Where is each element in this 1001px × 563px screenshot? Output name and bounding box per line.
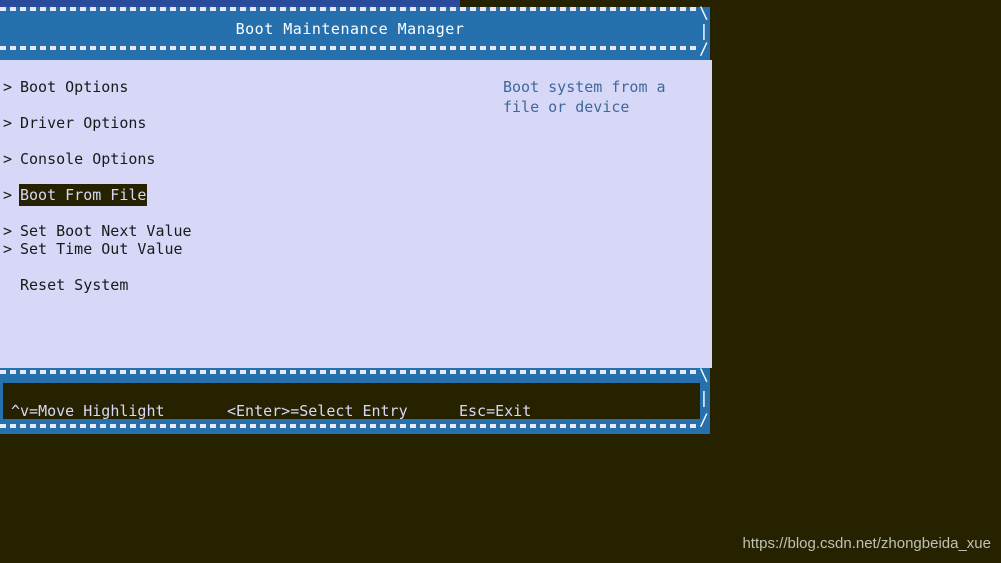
footer-top-border [0, 370, 700, 374]
title-corner-middle-right-glyph: | [699, 21, 709, 40]
key-hint-move-highlight: ^v=Move Highlight [11, 402, 165, 420]
watermark: https://blog.csdn.net/zhongbeida_xue [742, 535, 991, 552]
menu-item-label: Boot Options [20, 78, 129, 96]
menu-item-boot-options[interactable]: > Boot Options [0, 76, 128, 98]
menu-item-console-options[interactable]: > Console Options [0, 148, 155, 170]
title-corner-bottom-right-glyph: / [699, 39, 709, 58]
top-accent-strip [0, 0, 460, 7]
footer-bottom-border [0, 424, 700, 428]
menu-item-driver-options[interactable]: > Driver Options [0, 112, 146, 134]
menu-marker-icon: > [3, 114, 13, 132]
menu-item-label: Reset System [20, 276, 129, 294]
title-box-bottom-border [0, 46, 700, 50]
menu-item-label: Driver Options [20, 114, 147, 132]
menu-item-label: Set Time Out Value [20, 240, 183, 258]
help-text: Boot system from a file or device [503, 78, 666, 116]
footer-corner-middle-right-glyph: | [699, 388, 709, 407]
menu-item-label: Boot From File [19, 184, 148, 206]
footer-corner-bottom-right-glyph: / [699, 410, 709, 429]
key-hint-select-entry: <Enter>=Select Entry [227, 402, 408, 420]
menu-marker-icon: > [3, 150, 13, 168]
menu-item-boot-from-file[interactable]: > Boot From File [0, 184, 148, 206]
menu-marker-icon: > [3, 186, 13, 204]
footer-corner-top-right-glyph: \ [699, 365, 709, 384]
title-corner-top-right-glyph: \ [699, 3, 709, 22]
menu-item-reset-system[interactable]: Reset System [0, 274, 128, 296]
menu-item-label: Console Options [20, 150, 156, 168]
title-box-top-border [0, 7, 700, 11]
key-hint-exit: Esc=Exit [459, 402, 532, 420]
page-title: Boot Maintenance Manager [235, 20, 465, 38]
menu-item-set-time-out-value[interactable]: > Set Time Out Value [0, 238, 183, 260]
menu-marker-icon: > [3, 78, 13, 96]
menu-marker-icon: > [3, 240, 13, 258]
